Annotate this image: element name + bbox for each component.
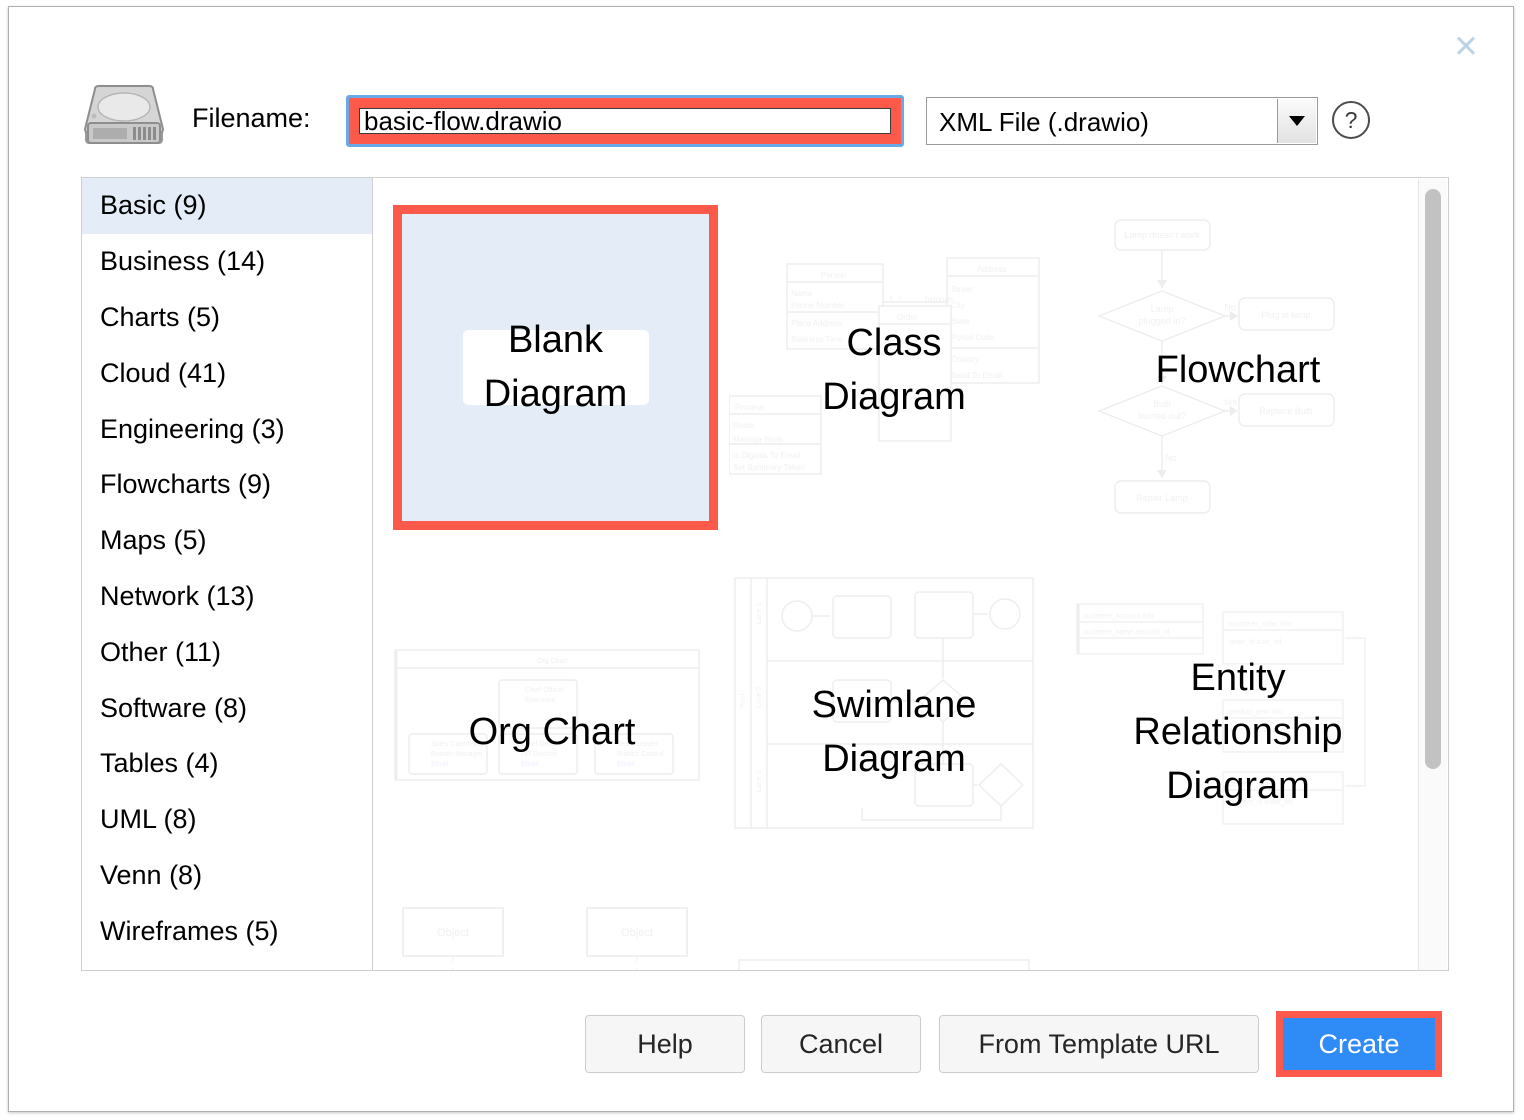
filetype-selected-value: XML File (.drawio) [939, 107, 1149, 138]
category-item-other[interactable]: Other (11) [82, 624, 372, 680]
filename-input[interactable] [359, 108, 891, 134]
template-label-sequence-diagram[interactable] [387, 898, 717, 971]
template-item-flowchart[interactable]: Lamp doesn't work Lamp plugged in? Plug … [1073, 206, 1403, 536]
chevron-down-icon[interactable] [1277, 99, 1316, 143]
help-button[interactable]: Help [585, 1015, 745, 1073]
category-item-engineering[interactable]: Engineering (3) [82, 401, 372, 457]
template-label-org-chart[interactable]: Org Chart [387, 568, 717, 898]
template-item-class-diagram[interactable]: Person Name Phone Number Place Address B… [729, 206, 1059, 536]
template-item-swimlane-diagram[interactable]: Pool Lane 1 Lane 2 Lane 3 SwimlaneDiagra… [729, 568, 1059, 898]
template-label-flowchart[interactable]: Flowchart [1073, 206, 1403, 536]
template-item-erd[interactable]: customer_account info customer_name acco… [1073, 568, 1403, 898]
new-diagram-dialog: ✕ Filename: XML File (.drawio) [8, 6, 1514, 1112]
filename-label: Filename: [192, 103, 311, 134]
filename-field-annotation [346, 95, 904, 147]
category-item-venn[interactable]: Venn (8) [82, 848, 372, 904]
templates-scrollbar-thumb[interactable] [1425, 189, 1441, 769]
template-label-swimlane-diagram[interactable]: SwimlaneDiagram [729, 568, 1059, 898]
cancel-button[interactable]: Cancel [761, 1015, 921, 1073]
category-item-basic[interactable]: Basic (9) [82, 178, 372, 234]
template-label-erd[interactable]: EntityRelationshipDiagram [1073, 568, 1403, 898]
close-icon[interactable]: ✕ [1449, 29, 1483, 63]
category-item-uml[interactable]: UML (8) [82, 792, 372, 848]
create-button-red-highlight: Create [1276, 1011, 1442, 1077]
category-item-wireframes[interactable]: Wireframes (5) [82, 903, 372, 959]
category-item-maps[interactable]: Maps (5) [82, 513, 372, 569]
category-item-charts[interactable]: Charts (5) [82, 290, 372, 346]
template-item-kanban-partial[interactable]: To do Doing Done [729, 898, 1059, 971]
category-item-network[interactable]: Network (13) [82, 569, 372, 625]
filename-row: Filename: XML File (.drawio) ? [9, 75, 1513, 147]
blank-diagram-red-highlight: BlankDiagram [393, 205, 718, 530]
templates-scrollbar-track[interactable] [1418, 179, 1447, 971]
template-item-unknown-partial[interactable] [1073, 898, 1403, 971]
hard-disk-icon [81, 85, 167, 147]
template-label-kanban[interactable] [729, 898, 1059, 971]
filetype-select[interactable]: XML File (.drawio) [926, 97, 1318, 145]
category-item-business[interactable]: Business (14) [82, 234, 372, 290]
help-circle-icon[interactable]: ? [1332, 101, 1370, 139]
template-label-class-diagram[interactable]: ClassDiagram [729, 206, 1059, 536]
template-item-sequence-diagram-partial[interactable]: Object Object dispatch dispatch [387, 898, 717, 971]
create-button[interactable]: Create [1283, 1018, 1435, 1070]
category-list[interactable]: Basic (9) Business (14) Charts (5) Cloud… [81, 177, 373, 971]
template-item-blank-diagram[interactable]: BlankDiagram [402, 214, 709, 521]
category-item-flowcharts[interactable]: Flowcharts (9) [82, 457, 372, 513]
category-item-tables[interactable]: Tables (4) [82, 736, 372, 792]
category-item-cloud[interactable]: Cloud (41) [82, 345, 372, 401]
filename-red-highlight [352, 101, 898, 141]
from-template-url-button[interactable]: From Template URL [939, 1015, 1259, 1073]
template-item-org-chart[interactable]: Org Chart Chief Officer Executive Sales … [387, 568, 717, 898]
dialog-footer: Help Cancel From Template URL Create [9, 1015, 1513, 1081]
category-item-software[interactable]: Software (8) [82, 680, 372, 736]
template-label-blank-diagram: BlankDiagram [463, 330, 649, 405]
template-label-unknown[interactable] [1073, 898, 1403, 971]
